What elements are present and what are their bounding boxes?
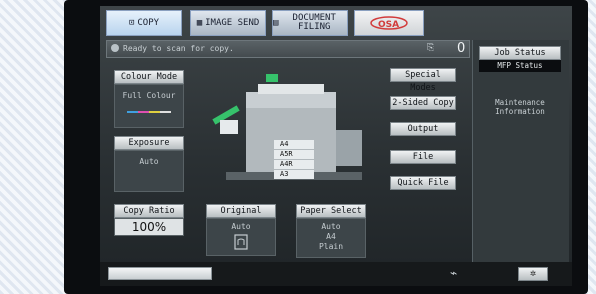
original-panel[interactable]: Auto bbox=[206, 218, 276, 256]
exposure-button[interactable]: Exposure bbox=[114, 136, 184, 150]
mfp-status-label[interactable]: MFP Status bbox=[479, 60, 561, 72]
copy-ratio-button[interactable]: Copy Ratio bbox=[114, 204, 184, 218]
tray-item[interactable]: A4 bbox=[274, 140, 314, 149]
tray-item[interactable]: A4R bbox=[274, 160, 314, 169]
document-icon bbox=[234, 234, 248, 250]
send-icon: ▦ bbox=[196, 17, 203, 28]
exposure-panel[interactable]: Auto bbox=[114, 150, 184, 192]
filing-icon: ▤ bbox=[273, 17, 279, 28]
tab-copy[interactable]: ⊡ COPY bbox=[106, 10, 182, 36]
colour-mode-panel[interactable]: Full Colour bbox=[114, 84, 184, 128]
colour-bar-icon bbox=[127, 111, 171, 113]
settings-button[interactable]: ✲ bbox=[518, 267, 548, 281]
copies-icon: ⎘ bbox=[427, 43, 435, 53]
usb-icon[interactable]: ⌁ bbox=[450, 266, 457, 280]
two-sided-copy-button[interactable]: 2-Sided Copy bbox=[390, 96, 456, 110]
message-bar: Ready to scan for copy. ⎘ 0 bbox=[106, 40, 470, 58]
tab-document-filing[interactable]: ▤ DOCUMENT FILING bbox=[272, 10, 348, 36]
info-icon bbox=[111, 44, 119, 52]
copy-ratio-value: 100% bbox=[131, 220, 167, 234]
paper-select-value: Auto bbox=[321, 222, 341, 231]
touch-screen: ⊡ COPY ▦ IMAGE SEND ▤ DOCUMENT FILING OSA R… bbox=[100, 6, 572, 286]
bottom-bar: ⌁ ✲ bbox=[100, 262, 572, 286]
file-button[interactable]: File bbox=[390, 150, 456, 164]
special-modes-button[interactable]: Special Modes bbox=[390, 68, 456, 93]
tray-item[interactable]: A5R bbox=[274, 150, 314, 159]
paper-select-panel[interactable]: Auto A4 Plain bbox=[296, 218, 366, 258]
colour-mode-value: Full Colour bbox=[122, 91, 176, 100]
tab-logo[interactable]: OSA bbox=[354, 10, 424, 36]
status-message: Ready to scan for copy. bbox=[123, 44, 234, 53]
svg-text:OSA: OSA bbox=[378, 20, 399, 30]
paper-select-button[interactable]: Paper Select bbox=[296, 204, 366, 218]
maintenance-information-label[interactable]: Maintenance Information bbox=[477, 98, 563, 116]
paper-size-value: A4 bbox=[326, 232, 336, 241]
copy-ratio-panel[interactable]: 100% bbox=[114, 218, 184, 236]
original-button[interactable]: Original bbox=[206, 204, 276, 218]
tab-image-send[interactable]: ▦ IMAGE SEND bbox=[190, 10, 266, 36]
side-panel: Job Status MFP Status Maintenance Inform… bbox=[472, 40, 569, 262]
colour-mode-button[interactable]: Colour Mode bbox=[114, 70, 184, 84]
exposure-value: Auto bbox=[139, 157, 159, 166]
tray-item[interactable]: A3 bbox=[274, 170, 314, 179]
machine-illustration: A4 A5R A4R A3 bbox=[206, 72, 364, 190]
copy-count: 0 bbox=[457, 41, 466, 56]
gear-icon: ✲ bbox=[529, 268, 537, 279]
output-button[interactable]: Output bbox=[390, 122, 456, 136]
job-status-button[interactable]: Job Status bbox=[479, 46, 561, 60]
quick-file-button[interactable]: Quick File bbox=[390, 176, 456, 190]
original-value: Auto bbox=[231, 222, 251, 231]
progress-bar bbox=[108, 267, 212, 280]
paper-type-value: Plain bbox=[318, 242, 344, 251]
copy-icon: ⊡ bbox=[128, 17, 135, 28]
brand-logo-icon: OSA bbox=[370, 16, 408, 30]
